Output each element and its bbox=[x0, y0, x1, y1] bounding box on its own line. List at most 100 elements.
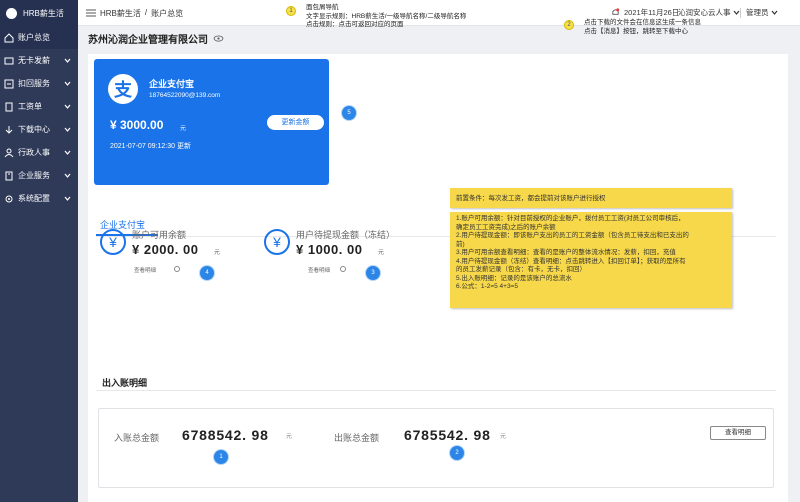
rule-line: 1.账户可用余额：针对目前授权的企业账户，拨付员工工资(对员工公司审核后， bbox=[456, 215, 685, 222]
company-switcher[interactable]: 沁润安心云人事 bbox=[678, 7, 740, 18]
logo-icon bbox=[6, 7, 17, 19]
company-switcher-label: 沁润安心云人事 bbox=[678, 8, 731, 17]
pending-withdrawal-label: 用户待提现金额（冻结） bbox=[296, 230, 396, 240]
chevron-down-icon bbox=[64, 126, 71, 133]
income-total-unit: 元 bbox=[286, 434, 293, 440]
annotation-line: 面包屑导航 bbox=[306, 4, 339, 11]
sidebar-item-enterprise-service[interactable]: 企业服务 bbox=[0, 164, 78, 187]
yen-icon: ¥ bbox=[100, 229, 126, 255]
chevron-down-icon bbox=[64, 195, 71, 202]
eye-icon[interactable] bbox=[213, 35, 224, 42]
sidebar-item-hr-admin[interactable]: 行政人事 bbox=[0, 141, 78, 164]
current-date: 2021年11月26日 bbox=[624, 8, 680, 17]
income-total-value: 6788542. 98 bbox=[182, 427, 269, 443]
main-content: 苏州沁润企业管理有限公司 支 企业支付宝 18764522090@139.com… bbox=[88, 26, 788, 502]
alipay-icon: 支 bbox=[108, 74, 138, 104]
doc-icon bbox=[4, 102, 14, 112]
sidebar-item-download-center[interactable]: 下载中心 bbox=[0, 118, 78, 141]
info-icon[interactable] bbox=[174, 266, 180, 272]
sidebar-item-system-config[interactable]: 系统配置 bbox=[0, 187, 78, 210]
precondition-note: 前置条件：每次发工资，都会提前对该账户进行授权 bbox=[450, 188, 732, 208]
sidebar-item-label: 无卡发薪 bbox=[18, 56, 50, 65]
section-divider bbox=[96, 390, 776, 391]
app-name: HRB薪生活 bbox=[23, 8, 64, 18]
topbar: HRB薪生活 / 账户总览 1 面包屑导航 文字显示规则：HRB薪生活/一级导航… bbox=[78, 0, 800, 35]
breadcrumb-root[interactable]: HRB薪生活 bbox=[100, 8, 141, 19]
annotation-badge-5: 5 bbox=[342, 106, 356, 120]
account-amount-unit: 元 bbox=[180, 126, 187, 132]
annotation-badge-2: 2 bbox=[564, 20, 574, 30]
annotation-badge-1: 1 bbox=[286, 6, 296, 16]
breadcrumb-current[interactable]: 账户总览 bbox=[151, 8, 183, 19]
bell-icon[interactable] bbox=[611, 8, 620, 17]
menu-icon[interactable] bbox=[86, 8, 96, 18]
notification-area[interactable]: 2021年11月26日 bbox=[611, 7, 679, 18]
rule-line: 确定员工工资完成)之后的账户余额 bbox=[456, 223, 556, 231]
rule-line: 6.公式：1-2=5 4+3=5 bbox=[456, 283, 518, 290]
income-total-label: 入账总金额 bbox=[114, 433, 160, 443]
company-name: 苏州沁润企业管理有限公司 bbox=[88, 35, 208, 46]
rule-line: 的员工发薪记录（包含：有卡，无卡，扣回） bbox=[456, 266, 586, 273]
alipay-account-card[interactable]: 支 企业支付宝 18764522090@139.com ¥ 3000.00 元 … bbox=[94, 59, 329, 185]
company-header: 苏州沁润企业管理有限公司 bbox=[88, 31, 224, 46]
pending-withdrawal-value: ¥ 1000. 00 bbox=[296, 242, 363, 257]
outgoing-total-label: 出账总金额 bbox=[334, 433, 380, 443]
pending-withdrawal-detail-link[interactable]: 查看明细 bbox=[308, 266, 330, 274]
ledger-title: 出入账明细 bbox=[102, 378, 148, 388]
breadcrumb: HRB薪生活 / 账户总览 bbox=[100, 8, 183, 19]
settings-icon bbox=[4, 194, 14, 204]
rules-note: 1.账户可用余额：针对目前授权的企业账户，拨付员工工资(对员工公司审核后， 确定… bbox=[450, 212, 732, 308]
sidebar-item-cardless-pay[interactable]: 无卡发薪 bbox=[0, 49, 78, 72]
sidebar-item-label: 工资单 bbox=[18, 102, 42, 111]
download-icon bbox=[4, 125, 14, 135]
update-amount-button[interactable]: 更新金额 bbox=[267, 115, 324, 130]
available-balance-label: 账户可用余额 bbox=[132, 230, 187, 240]
chevron-down-icon bbox=[64, 103, 71, 110]
ledger-totals bbox=[98, 408, 774, 488]
building-icon bbox=[4, 171, 14, 181]
sidebar-item-label: 扣回服务 bbox=[18, 79, 50, 88]
sidebar: HRB薪生活 账户总览 无卡发薪 扣回服务 工资单 下载中心 行政人事 企业服务… bbox=[0, 0, 78, 502]
annotation-badge-2b: 2 bbox=[450, 446, 464, 460]
view-detail-button[interactable]: 查看明细 bbox=[710, 426, 766, 440]
account-amount: ¥ 3000.00 bbox=[110, 118, 164, 132]
rule-line: 前) bbox=[456, 240, 465, 248]
sidebar-item-return-service[interactable]: 扣回服务 bbox=[0, 72, 78, 95]
available-balance-unit: 元 bbox=[214, 250, 221, 256]
home-icon bbox=[4, 32, 14, 43]
pending-withdrawal-unit: 元 bbox=[378, 250, 385, 256]
app-logo[interactable]: HRB薪生活 bbox=[0, 0, 78, 26]
rule-line: 5.出入账明细：记录的是该账户的总流水 bbox=[456, 274, 572, 282]
sidebar-item-label: 企业服务 bbox=[18, 171, 50, 180]
chevron-down-icon bbox=[64, 80, 71, 87]
chevron-down-icon bbox=[771, 10, 777, 15]
chevron-down-icon bbox=[64, 57, 71, 64]
sidebar-item-payslip[interactable]: 工资单 bbox=[0, 95, 78, 118]
role-label: 管理员 bbox=[746, 8, 769, 17]
annotation-line: 点击【消息】按钮，跳转至下载中心 bbox=[584, 27, 688, 35]
sidebar-item-label: 系统配置 bbox=[18, 194, 50, 203]
rule-line: 4.用户待提现金额（冻结）查看明细：点击跳转进入【扣回订单】；获取的是所有 bbox=[456, 257, 686, 265]
account-email: 18764522090@139.com bbox=[149, 92, 221, 99]
rule-line: 2.用户待提现金额：即该账户支出的员工的工资金额（包含员工待支出和已支出的 bbox=[456, 232, 689, 239]
available-balance-detail-link[interactable]: 查看明细 bbox=[134, 266, 156, 274]
rule-line: 3.用户可用余额查看明细：查看的是账户的整体流水情况：发薪，扣回，充值 bbox=[456, 249, 676, 256]
annotation-badge-1b: 1 bbox=[214, 450, 228, 464]
annotation-badge-4: 4 bbox=[200, 266, 214, 280]
sidebar-item-label: 下载中心 bbox=[18, 125, 50, 134]
chevron-down-icon bbox=[733, 10, 739, 15]
role-switcher[interactable]: 管理员 bbox=[746, 7, 778, 18]
annotation-line: 点击下载的文件会在信息这生成一条信息 bbox=[584, 19, 701, 26]
return-icon bbox=[4, 79, 14, 89]
download-annotation: 点击下载的文件会在信息这生成一条信息 点击【消息】按钮，跳转至下载中心 bbox=[584, 19, 701, 36]
account-update-time: 2021-07-07 09:12:30 更新 bbox=[110, 143, 191, 150]
info-icon[interactable] bbox=[340, 266, 346, 272]
sidebar-item-overview[interactable]: 账户总览 bbox=[0, 26, 78, 49]
chevron-down-icon bbox=[64, 149, 71, 156]
chevron-down-icon bbox=[64, 172, 71, 179]
yen-icon: ¥ bbox=[264, 229, 290, 255]
divider bbox=[740, 8, 741, 18]
annotation-badge-3: 3 bbox=[366, 266, 380, 280]
sidebar-item-label: 行政人事 bbox=[18, 148, 50, 157]
card-icon bbox=[4, 56, 14, 66]
